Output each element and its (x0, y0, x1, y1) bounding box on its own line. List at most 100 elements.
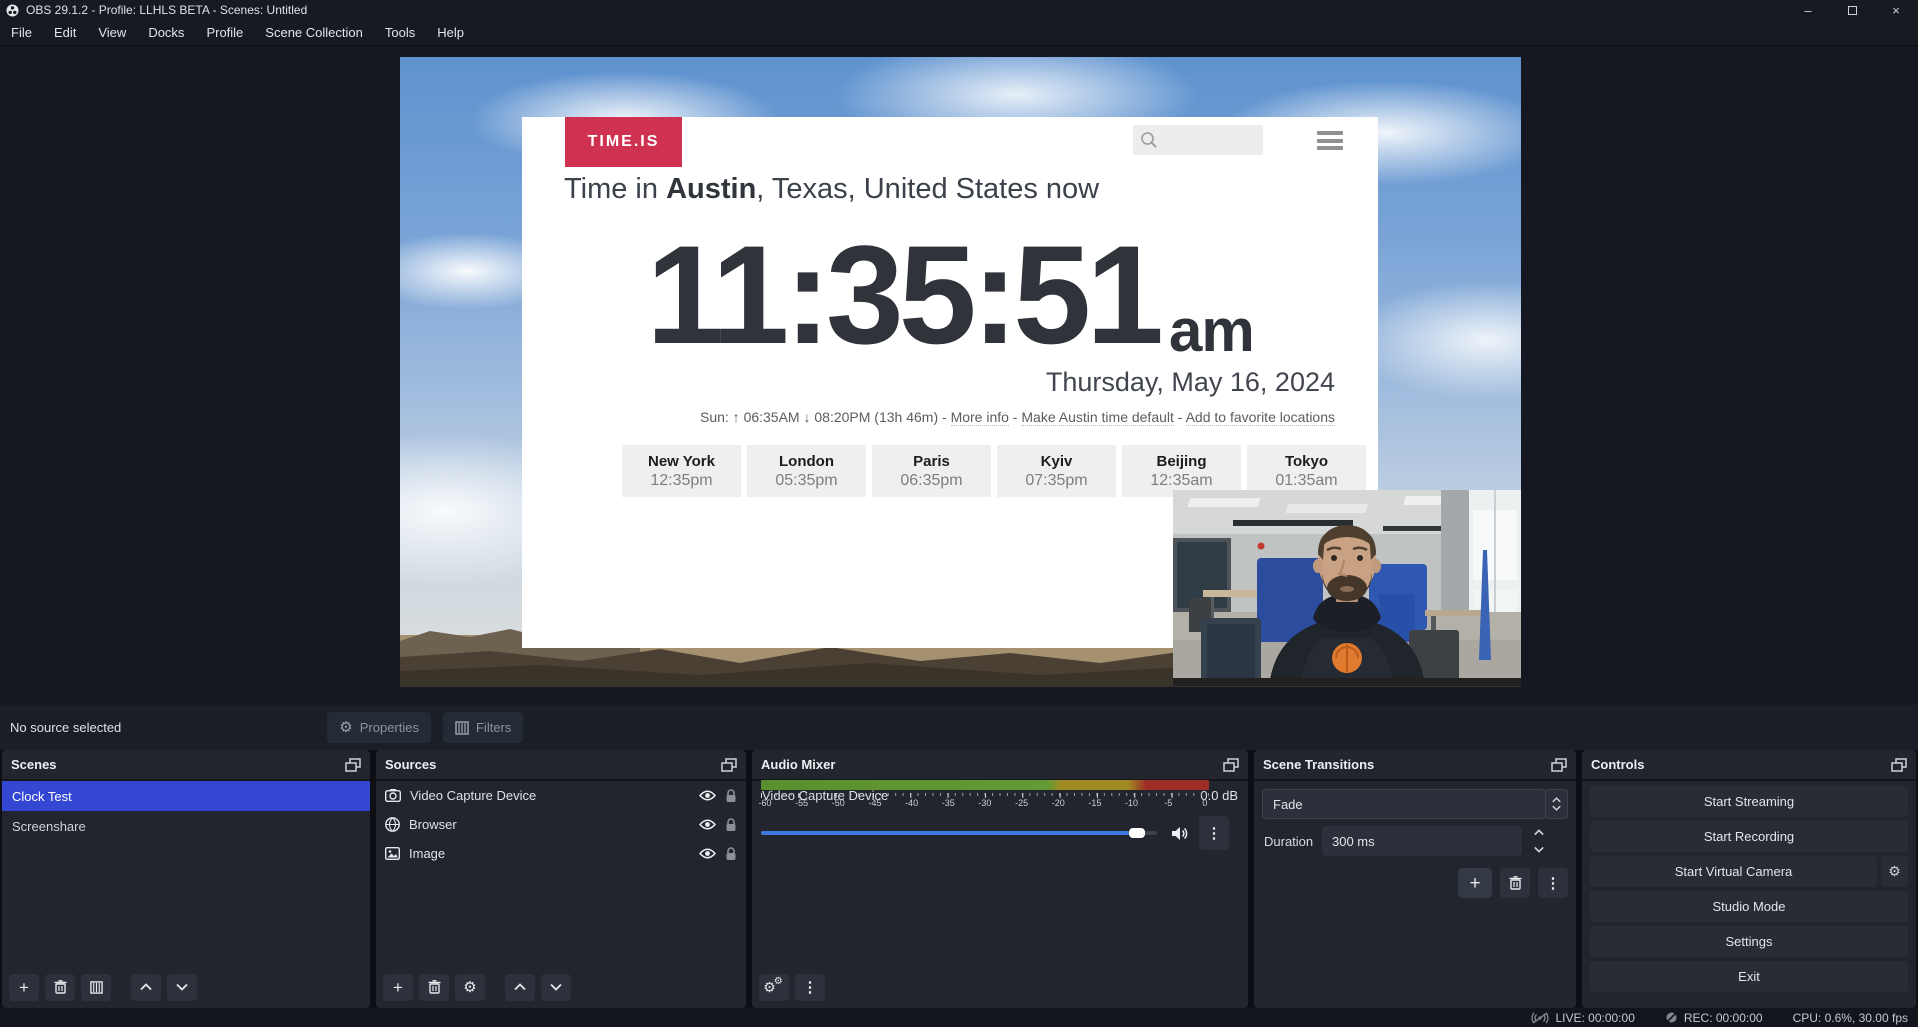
make-default-link[interactable]: Make Austin time default (1021, 409, 1174, 426)
more-info-link[interactable]: More info (951, 409, 1009, 426)
scenes-panel: Scenes Clock Test Screenshare + (2, 750, 370, 1008)
menu-profile[interactable]: Profile (195, 20, 254, 45)
move-scene-up-button[interactable] (131, 974, 161, 1001)
preview-area: TIME.IS Time in Austin, Texas, United St… (0, 46, 1918, 705)
city-kyiv[interactable]: Kyiv07:35pm (997, 445, 1116, 497)
rec-status: REC: 00:00:00 (1665, 1011, 1763, 1025)
search-input[interactable] (1133, 125, 1263, 155)
scene-filters-button[interactable] (81, 974, 111, 1001)
popout-icon[interactable] (1891, 758, 1907, 772)
menu-tools[interactable]: Tools (374, 20, 426, 45)
transition-menu-button[interactable]: ⋮ (1538, 868, 1568, 898)
remove-source-button[interactable] (419, 974, 449, 1001)
menu-docks[interactable]: Docks (137, 20, 195, 45)
plus-icon: + (393, 979, 403, 996)
webcam-overlay[interactable] (1173, 490, 1521, 686)
menu-view[interactable]: View (87, 20, 137, 45)
city-new-york[interactable]: New York12:35pm (622, 445, 741, 497)
popout-icon[interactable] (1223, 758, 1239, 772)
duration-spinner[interactable] (1528, 826, 1550, 856)
lock-icon[interactable] (725, 847, 737, 861)
filters-button[interactable]: Filters (443, 712, 523, 743)
add-source-button[interactable]: + (383, 974, 413, 1001)
menu-help[interactable]: Help (426, 20, 475, 45)
exit-button[interactable]: Exit (1590, 961, 1908, 992)
volume-slider-handle[interactable] (1129, 828, 1145, 838)
source-toolbar: No source selected ⚙ Properties Filters (0, 705, 1918, 750)
trash-icon (1509, 876, 1522, 890)
volume-slider[interactable] (761, 831, 1157, 835)
remove-transition-button[interactable] (1500, 868, 1530, 898)
filters-icon (455, 721, 469, 735)
source-item-browser[interactable]: Browser (376, 810, 746, 839)
sun-info-line: Sun: ↑ 06:35AM ↓ 08:20PM (13h 46m) - Mor… (700, 409, 1335, 425)
start-streaming-button[interactable]: Start Streaming (1590, 786, 1908, 817)
add-transition-button[interactable]: + (1458, 868, 1492, 898)
search-icon (1140, 131, 1158, 149)
sun-times: Sun: ↑ 06:35AM ↓ 08:20PM (13h 46m) - (700, 409, 951, 425)
clock-display: 11:35:51 am (522, 205, 1378, 365)
add-favorite-link[interactable]: Add to favorite locations (1186, 409, 1335, 426)
scene-transitions-panel: Scene Transitions Fade Duration 300 ms +… (1254, 750, 1576, 1008)
popout-icon[interactable] (345, 758, 361, 772)
audio-mixer-title: Audio Mixer (761, 757, 835, 772)
sources-footer: + ⚙ (376, 966, 746, 1008)
meter-tick-labels: -60-55-50-45-40-35-30-25-20-15-10-50 (754, 798, 1216, 808)
move-scene-down-button[interactable] (167, 974, 197, 1001)
maximize-button[interactable] (1830, 0, 1874, 20)
menu-edit[interactable]: Edit (43, 20, 87, 45)
lock-icon[interactable] (725, 789, 737, 803)
remove-scene-button[interactable] (45, 974, 75, 1001)
eye-visible-icon[interactable] (699, 848, 716, 859)
maximize-icon (1848, 6, 1857, 15)
kebab-icon: ⋮ (803, 980, 818, 995)
scene-item-screenshare[interactable]: Screenshare (2, 811, 370, 841)
lock-icon[interactable] (725, 818, 737, 832)
scene-item-clock-test[interactable]: Clock Test (2, 781, 370, 811)
studio-mode-button[interactable]: Studio Mode (1590, 891, 1908, 922)
move-source-up-button[interactable] (505, 974, 535, 1001)
sources-panel: Sources Video Capture Device Browser Ima… (376, 750, 746, 1008)
hamburger-menu-icon[interactable] (1317, 131, 1343, 150)
gear-icon: ⚙ (339, 720, 352, 735)
chevron-down-icon (1534, 846, 1544, 853)
source-item-image[interactable]: Image (376, 839, 746, 868)
eye-visible-icon[interactable] (699, 819, 716, 830)
minimize-button[interactable]: – (1786, 0, 1830, 20)
close-button[interactable]: × (1874, 0, 1918, 20)
city-london[interactable]: London05:35pm (747, 445, 866, 497)
obs-logo-icon (6, 4, 19, 17)
speaker-icon[interactable] (1171, 826, 1189, 841)
advanced-audio-properties-button[interactable]: ⚙⚙ (759, 974, 789, 1001)
start-recording-button[interactable]: Start Recording (1590, 821, 1908, 852)
mixer-channel-menu-button[interactable]: ⋮ (1199, 816, 1229, 850)
city-paris[interactable]: Paris06:35pm (872, 445, 991, 497)
popout-icon[interactable] (721, 758, 737, 772)
sources-header: Sources (376, 750, 746, 781)
add-scene-button[interactable]: + (9, 974, 39, 1001)
clock-ampm: am (1169, 296, 1254, 365)
duration-input[interactable]: 300 ms (1322, 826, 1522, 856)
transition-select[interactable]: Fade (1262, 789, 1546, 819)
start-virtual-camera-button[interactable]: Start Virtual Camera (1590, 856, 1877, 887)
properties-button[interactable]: ⚙ Properties (327, 712, 431, 743)
timeis-logo: TIME.IS (565, 117, 682, 167)
popout-icon[interactable] (1551, 758, 1567, 772)
controls-body: Start Streaming Start Recording Start Vi… (1582, 781, 1916, 1001)
source-item-video-capture[interactable]: Video Capture Device (376, 781, 746, 810)
scenes-footer: + (2, 966, 370, 1008)
transition-select-spinner[interactable] (1546, 789, 1568, 819)
program-canvas[interactable]: TIME.IS Time in Austin, Texas, United St… (400, 57, 1521, 687)
source-properties-button[interactable]: ⚙ (455, 974, 485, 1001)
menu-scene-collection[interactable]: Scene Collection (254, 20, 374, 45)
controls-header: Controls (1582, 750, 1916, 781)
menu-file[interactable]: File (0, 20, 43, 45)
mixer-menu-button[interactable]: ⋮ (795, 974, 825, 1001)
move-source-down-button[interactable] (541, 974, 571, 1001)
settings-button[interactable]: Settings (1590, 926, 1908, 957)
kebab-icon: ⋮ (1207, 824, 1222, 842)
globe-icon (385, 817, 400, 832)
virtual-camera-settings-button[interactable]: ⚙ (1881, 856, 1908, 887)
scene-transitions-header: Scene Transitions (1254, 750, 1576, 781)
eye-visible-icon[interactable] (699, 790, 716, 801)
